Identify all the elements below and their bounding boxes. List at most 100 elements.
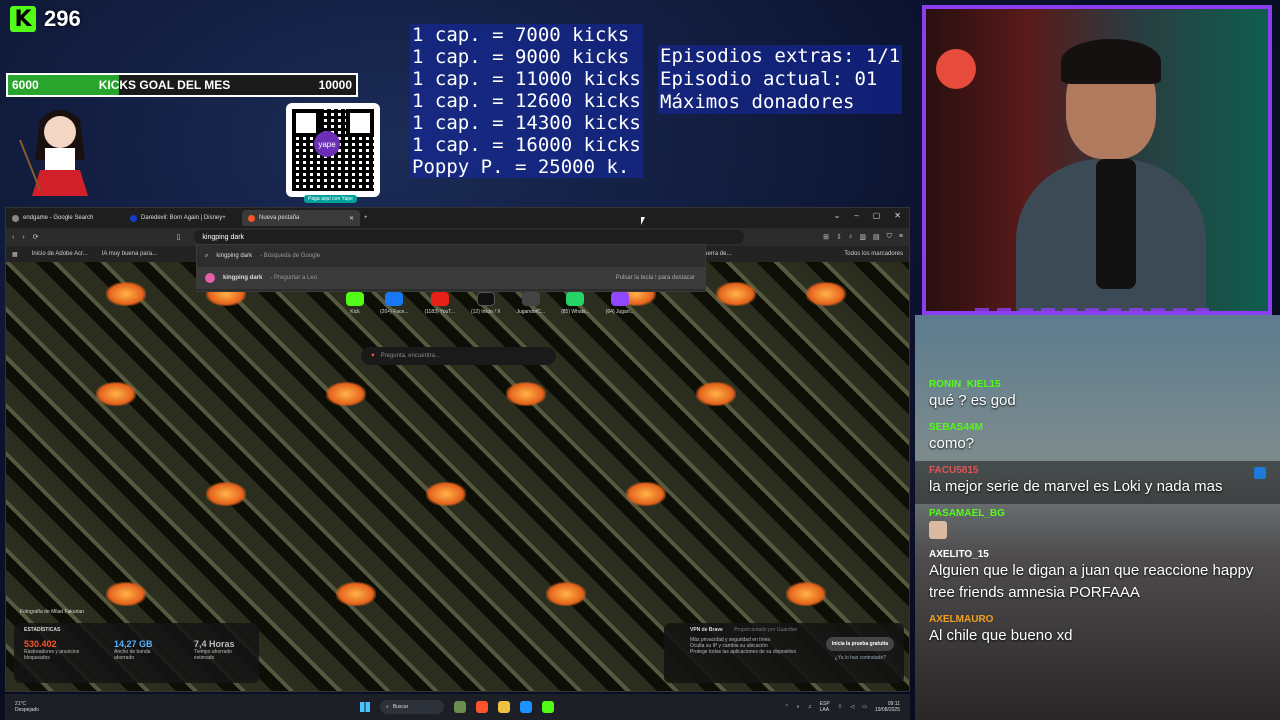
top-site-tile[interactable]: (64) Jugan... (606, 292, 634, 315)
chevron-down-icon[interactable]: ⌄ (834, 211, 841, 220)
bookmark-adobe[interactable]: Inicio de Adobe Acr... (32, 251, 88, 257)
goal-min: 6000 (12, 78, 39, 92)
top-site-tile[interactable]: JugandorC... (516, 292, 545, 315)
wallet-icon[interactable]: ▤ (873, 233, 880, 241)
tab-title: Daredevil: Born Again | Disney+ (141, 215, 226, 221)
stat-value: 14,27 GB (114, 639, 153, 649)
tab-new[interactable]: Nueva pestaña ✕ (242, 210, 360, 226)
site-favicon-icon (610, 292, 629, 306)
chat-username[interactable]: FACU5815 (929, 465, 1266, 476)
volume-icon[interactable]: ♫ (808, 704, 812, 710)
pin-icon[interactable] (1254, 467, 1266, 479)
disney-icon (130, 214, 137, 222)
tab-endgame[interactable]: endgame - Google Search (6, 210, 124, 226)
leo-search-box[interactable]: ♥ Pregunta, encuentra... (361, 347, 556, 365)
all-bookmarks[interactable]: Todos los marcadores (844, 251, 903, 257)
bookmark-icon[interactable]: ▯ (177, 233, 181, 241)
maximize-icon[interactable]: ▢ (873, 211, 881, 220)
reload-icon[interactable]: ⟳ (33, 233, 39, 241)
extension-icon[interactable]: ⊞ (823, 233, 829, 241)
widget-app-icon[interactable] (454, 701, 466, 713)
browser-window: endgame - Google Search Daredevil: Born … (5, 207, 910, 692)
top-sites: Kick (20+) Face... (1183) YouT... (12) Inic… (346, 292, 634, 315)
chat-text: como? (929, 435, 975, 452)
obs-app-icon[interactable] (542, 701, 554, 713)
emote-icon (929, 521, 947, 539)
menu-icon[interactable]: ≡ (899, 233, 903, 241)
caps-line: 1 cap. = 9000 kicks (412, 46, 630, 68)
kick-logo-icon: K (10, 6, 36, 32)
clock[interactable]: 09:11 19/08/2025 (875, 701, 900, 713)
chat-username[interactable]: RONIN_KIEL15 (929, 379, 1266, 390)
download-icon[interactable]: ⇩ (836, 233, 842, 241)
speaker-icon[interactable]: ◁ (850, 704, 854, 710)
wifi-icon[interactable]: ⌔ (838, 704, 843, 710)
explorer-app-icon[interactable] (498, 701, 510, 713)
brave-app-icon[interactable] (476, 701, 488, 713)
music-icon[interactable]: ♪ (849, 233, 853, 241)
stream-overlay: K 296 6000 KICKS GOAL DEL MES 10000 yape… (0, 0, 1280, 720)
stat-time: 7,4 Horas Tiempo ahorrado estimado (194, 639, 244, 661)
chat-text: Al chile que bueno xd (929, 627, 1073, 644)
anime-mascot-icon (10, 100, 110, 200)
minimize-icon[interactable]: – (854, 211, 858, 220)
chat-message: FACU5815 la mejor serie de marvel es Loki… (915, 461, 1280, 504)
top-site-tile[interactable]: Kick (346, 292, 364, 315)
chat-username[interactable]: AXELITO_15 (929, 549, 1266, 560)
stat-bandwidth: 14,27 GB Ancho de banda ahorrado (114, 639, 164, 661)
network-icon[interactable]: ◐ (797, 704, 800, 710)
chat-username[interactable]: PASAMAEL_BG (929, 508, 1266, 519)
store-app-icon[interactable] (520, 701, 532, 713)
suggestion-leo[interactable]: kingping dark - Preguntar a Leo Pulsar l… (197, 267, 705, 289)
episode-line: Episodios extras: 1/1 (660, 45, 901, 67)
omnibox-suggestions: ⌕ kingping dark - Búsqueda de Google kin… (196, 244, 706, 292)
chat-username[interactable]: AXELMAURO (929, 614, 1266, 625)
taskbar-search-placeholder: Buscar (392, 704, 409, 710)
chevron-up-icon[interactable]: ⌃ (785, 704, 789, 710)
chat-message: RONIN_KIEL15 qué ? es god (915, 375, 1280, 418)
top-site-tile[interactable]: (1183) YouT... (424, 292, 455, 315)
weather-widget[interactable]: 21°C Despejado (15, 701, 39, 713)
close-icon[interactable]: ✕ (894, 211, 901, 220)
language-indicator[interactable]: ESP LAA (820, 701, 830, 713)
new-tab-page: Kick (20+) Face... (1183) YouT... (12) Inic… (6, 262, 909, 691)
close-tab-icon[interactable]: ✕ (349, 215, 354, 222)
goal-max: 10000 (318, 78, 352, 92)
vpn-trial-button[interactable]: Inicia la prueba gratuita (825, 637, 894, 651)
address-input[interactable]: kingping dark (194, 230, 745, 244)
kicks-goal-bar: 6000 KICKS GOAL DEL MES 10000 (6, 73, 358, 97)
apps-icon[interactable]: ▦ (12, 251, 18, 258)
battery-icon[interactable]: ▭ (862, 704, 867, 710)
toolbar-icons: ⊞ ⇩ ♪ ▥ ▤ ⛉ ≡ (823, 233, 903, 241)
chat-username[interactable]: SEBAS44M (929, 422, 1266, 433)
shield-icon[interactable]: ⛉ (887, 233, 892, 241)
bookmark-ia[interactable]: IA muy buena para... (102, 251, 157, 257)
top-site-label: JugandorC... (516, 309, 546, 315)
vpn-already-link[interactable]: ¿Ya lo has contratado? (835, 655, 886, 661)
top-site-tile[interactable]: (12) Inicio / X (471, 292, 500, 315)
tab-daredevil[interactable]: Daredevil: Born Again | Disney+ (124, 210, 242, 226)
microphone-icon (1096, 159, 1136, 289)
photo-credit[interactable]: Fotografía de Milad Fakurian (20, 609, 84, 615)
forward-icon[interactable]: › (22, 234, 24, 241)
new-tab-button[interactable]: + (364, 215, 368, 221)
top-site-label: (64) Jugan... (605, 309, 634, 315)
top-site-label: (1183) YouT... (424, 309, 455, 315)
vpn-title-text: VPN de Brave (690, 627, 723, 633)
back-icon[interactable]: ‹ (12, 234, 14, 241)
caps-line: 1 cap. = 7000 kicks (412, 24, 630, 46)
plushie (936, 49, 976, 89)
search-icon: ⌕ (386, 704, 389, 710)
top-site-tile[interactable]: (20+) Face... (380, 292, 408, 315)
site-favicon-icon (346, 292, 364, 306)
caps-line: 1 cap. = 11000 kicks (412, 68, 641, 90)
taskbar-search[interactable]: ⌕ Buscar (380, 700, 444, 714)
site-favicon-icon (476, 292, 495, 306)
stat-blocked: 530.402 Rastreadores y anuncios bloquead… (24, 639, 84, 661)
top-site-label: (12) Inicio / X (470, 309, 501, 315)
windows-start-icon[interactable] (360, 702, 370, 712)
sidebar-icon[interactable]: ▥ (859, 233, 866, 241)
tab-bar: endgame - Google Search Daredevil: Born … (6, 208, 909, 228)
top-site-tile[interactable]: (85) Whats... (561, 292, 590, 315)
suggestion-google[interactable]: ⌕ kingping dark - Búsqueda de Google (197, 245, 705, 267)
